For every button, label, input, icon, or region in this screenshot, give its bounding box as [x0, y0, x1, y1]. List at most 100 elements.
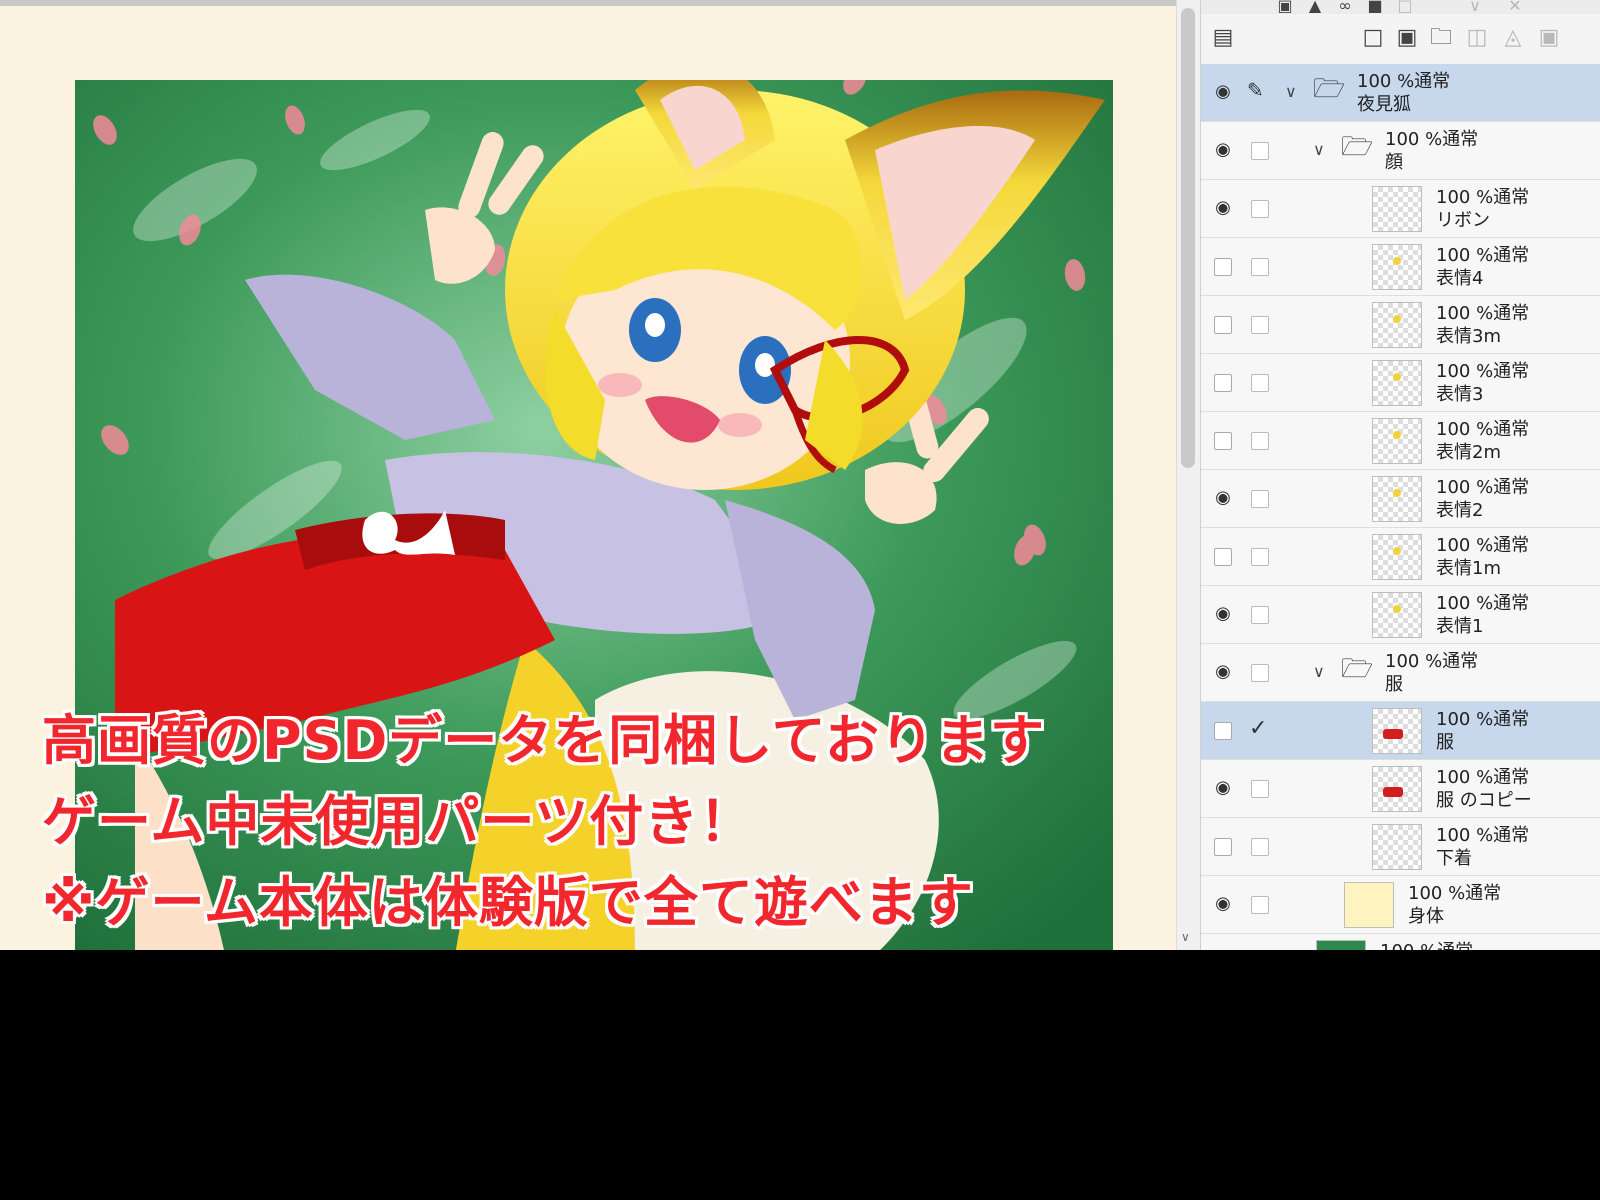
visibility-checkbox[interactable]: [1214, 722, 1232, 740]
new-raster-layer-icon[interactable]: □: [1359, 24, 1387, 52]
layer-row[interactable]: ◉ 100 %通常 身体: [1201, 876, 1600, 934]
layer-blend-mode: 100 %通常: [1380, 940, 1473, 950]
eye-visibility-icon[interactable]: ◉: [1211, 602, 1235, 626]
edit-target-checkbox[interactable]: [1251, 896, 1269, 914]
edit-target-checkbox[interactable]: [1251, 838, 1269, 856]
edit-target-checkbox[interactable]: [1251, 200, 1269, 218]
layer-name: 表情1: [1436, 616, 1484, 637]
edit-target-checkbox[interactable]: [1251, 374, 1269, 392]
edit-target-checkbox[interactable]: [1251, 142, 1269, 160]
edit-target-checkbox[interactable]: [1251, 606, 1269, 624]
layer-thumbnail: [1372, 476, 1422, 522]
canvas-area[interactable]: 高画質のPSDデータを同梱しております ゲーム中未使用パーツ付き！ ※ゲーム本体…: [0, 0, 1176, 950]
layer-thumbnail: [1372, 708, 1422, 754]
thumbnail-mark: [1393, 373, 1401, 381]
edit-target-checkbox[interactable]: [1251, 664, 1269, 682]
layer-row[interactable]: 100 %通常 表情4: [1201, 238, 1600, 296]
chevron-down-icon[interactable]: ∨: [1313, 662, 1325, 681]
layer-thumbnail: [1372, 418, 1422, 464]
caption-line-3: ※ゲーム本体は体験版で全て遊べます: [42, 871, 974, 934]
layer-row[interactable]: 100 %通常 表情3: [1201, 354, 1600, 412]
layer-row[interactable]: 100 %通常 表情2m: [1201, 412, 1600, 470]
layer-label: 100 %通常顔: [1385, 128, 1478, 174]
layer-property-icon[interactable]: ▤: [1209, 24, 1237, 52]
eye-visibility-icon[interactable]: ◉: [1211, 486, 1235, 510]
layer-blend-mode: 100 %通常: [1436, 767, 1530, 788]
edit-target-checkbox[interactable]: [1251, 316, 1269, 334]
layer-name: 表情4: [1436, 268, 1484, 289]
visibility-checkbox[interactable]: [1214, 548, 1232, 566]
layer-thumbnail: [1372, 824, 1422, 870]
layer-row[interactable]: ◉ 100 %通常 リボン: [1201, 180, 1600, 238]
layer-label: 100 %通常 表情4: [1436, 244, 1529, 290]
eye-visibility-icon[interactable]: ◉: [1211, 196, 1235, 220]
layer-row[interactable]: ◉ 100 %通常 表情2: [1201, 470, 1600, 528]
pen-edit-icon[interactable]: ✎: [1247, 78, 1264, 102]
layer-row[interactable]: ◉ 100 %通常 表情1: [1201, 586, 1600, 644]
layer-name: 表情3: [1436, 384, 1484, 405]
new-folder-icon[interactable]: 🗀: [1427, 24, 1455, 52]
layer-thumbnail: [1372, 186, 1422, 232]
visibility-checkbox[interactable]: [1214, 316, 1232, 334]
eye-visibility-icon[interactable]: ◉: [1211, 80, 1235, 104]
chevron-down-icon[interactable]: ∨: [1313, 140, 1325, 159]
layer-blend-mode: 100 %通常: [1436, 187, 1530, 208]
layer-name: 身体: [1408, 906, 1444, 927]
edit-target-checkbox[interactable]: [1251, 432, 1269, 450]
layer-row[interactable]: ✓ 100 %通常服: [1201, 702, 1600, 760]
layer-name: 服 のコピー: [1436, 790, 1532, 811]
merge-down-icon[interactable]: ◫: [1463, 24, 1491, 52]
layer-row[interactable]: ◉ ∨ 🗁 100 %通常顔: [1201, 122, 1600, 180]
layer-label: 100 %通常 表情2: [1436, 476, 1529, 522]
layer-label: 100 %通常 表情1: [1436, 592, 1529, 638]
canvas-vertical-scrollbar[interactable]: ∨: [1176, 0, 1201, 950]
chevron-down-icon[interactable]: ∨: [1285, 82, 1297, 101]
layer-label: 100 %通常 表情1m: [1436, 534, 1529, 580]
eye-visibility-icon[interactable]: ◉: [1211, 892, 1235, 916]
canvas-top-bar: [0, 0, 1176, 6]
layer-name: 表情2: [1436, 500, 1484, 521]
new-vector-layer-icon[interactable]: ▣: [1393, 24, 1421, 52]
layer-row[interactable]: ◉ ∨ 🗁 100 %通常服: [1201, 644, 1600, 702]
edit-target-checkbox[interactable]: [1251, 548, 1269, 566]
mask-icon[interactable]: ▣: [1535, 24, 1563, 52]
layer-thumbnail: [1372, 360, 1422, 406]
layer-row[interactable]: 100 %通常 下着: [1201, 818, 1600, 876]
layer-label: 100 %通常 身体: [1408, 882, 1501, 928]
layer-row[interactable]: 100 %通常 表情3m: [1201, 296, 1600, 354]
layer-row[interactable]: ◉ ✎ ∨ 🗁 100 %通常 夜見狐: [1201, 64, 1600, 122]
layer-thumbnail: [1372, 766, 1422, 812]
edit-target-checkbox[interactable]: [1251, 490, 1269, 508]
edit-target-checkbox[interactable]: [1251, 258, 1269, 276]
visibility-checkbox[interactable]: [1214, 838, 1232, 856]
layer-label: 100 %通常 表情2m: [1436, 418, 1529, 464]
layer-label: 100 %通常 下着: [1436, 824, 1529, 870]
eye-visibility-icon[interactable]: ◉: [1211, 660, 1235, 684]
visibility-checkbox[interactable]: [1214, 374, 1232, 392]
layer-blend-mode: 100 %通常: [1436, 709, 1530, 730]
visibility-checkbox[interactable]: [1214, 258, 1232, 276]
scrollbar-thumb[interactable]: [1181, 8, 1195, 468]
eye-visibility-icon[interactable]: ◉: [1211, 776, 1235, 800]
layer-thumbnail: [1372, 244, 1422, 290]
layer-name: 表情1m: [1436, 558, 1501, 579]
app-window: 高画質のPSDデータを同梱しております ゲーム中未使用パーツ付き！ ※ゲーム本体…: [0, 0, 1600, 950]
layer-blend-mode: 100 %通常: [1385, 129, 1479, 150]
eye-visibility-icon[interactable]: ◉: [1211, 138, 1235, 162]
layer-thumbnail: [1344, 882, 1394, 928]
thumbnail-mark: [1393, 489, 1401, 497]
transfer-icon[interactable]: ◬: [1499, 24, 1527, 52]
layer-row[interactable]: 100 %通常 表情1m: [1201, 528, 1600, 586]
layer-name: 服: [1436, 732, 1454, 753]
layer-thumbnail: [1372, 302, 1422, 348]
layer-label: 100 %通常 リボン: [1436, 186, 1529, 232]
edit-target-checkbox[interactable]: [1251, 780, 1269, 798]
layer-label: 100 %通常背景: [1380, 940, 1473, 950]
layer-blend-mode: 100 %通常: [1408, 883, 1502, 904]
scroll-down-arrow-icon[interactable]: ∨: [1181, 930, 1190, 944]
checkmark-icon[interactable]: ✓: [1249, 716, 1267, 741]
layer-row[interactable]: ◉100 %通常背景: [1201, 934, 1600, 950]
layer-row[interactable]: ◉ 100 %通常服 のコピー: [1201, 760, 1600, 818]
visibility-checkbox[interactable]: [1214, 432, 1232, 450]
layer-panel-top-toolbar: ▣ ▲ ∞ ■ □ ∨ ✕: [1201, 0, 1600, 15]
